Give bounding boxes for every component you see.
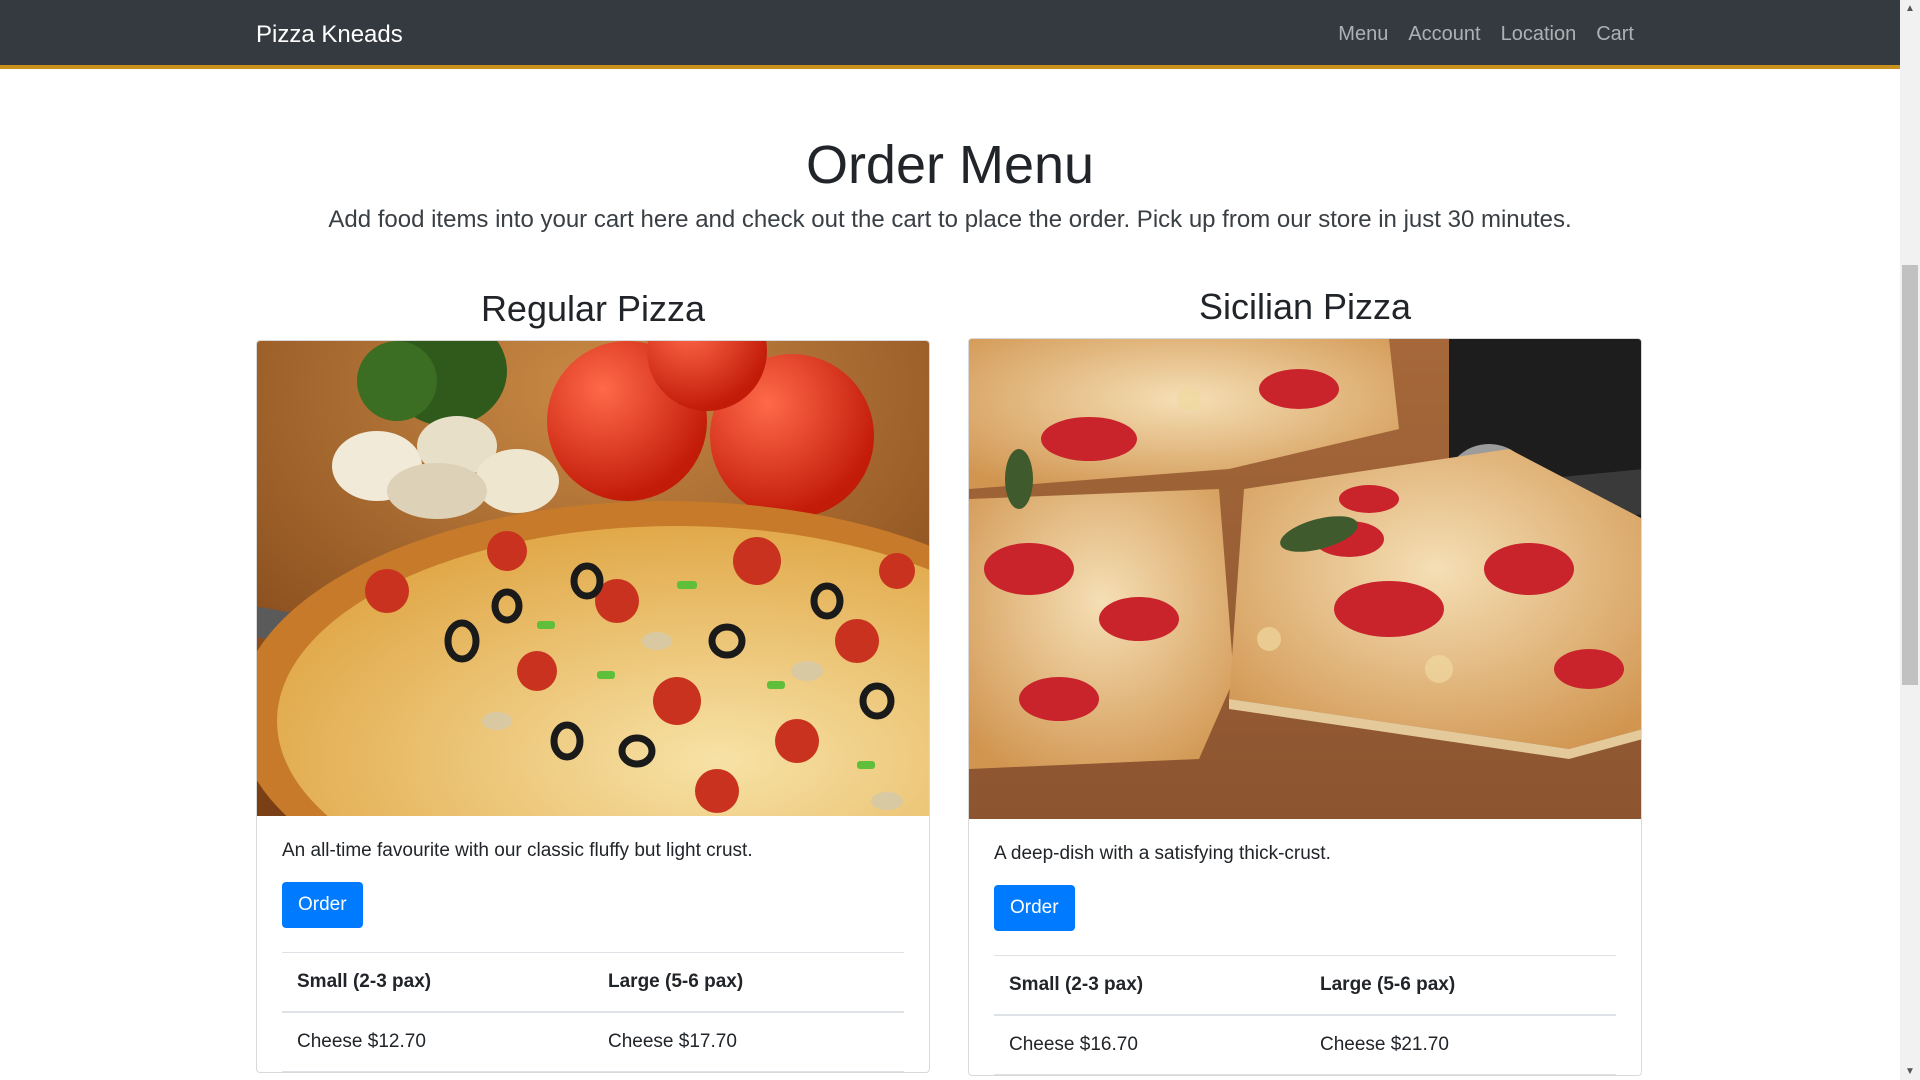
item-card: A deep-dish with a satisfying thick-crus… <box>968 338 1642 1076</box>
column-header-small: Small (2-3 pax) <box>994 955 1305 1016</box>
page-lead: Add food items into your cart here and c… <box>328 206 1572 233</box>
item-card-body: An all-time favourite with our classic f… <box>257 816 929 1072</box>
menu-item-sicilian: Sicilian Pizza A deep-dish with a satisf… <box>968 282 1642 1076</box>
item-card: An all-time favourite with our classic f… <box>256 340 930 1073</box>
scrollbar-thumb[interactable] <box>1902 265 1918 685</box>
item-title: Sicilian Pizza <box>1198 286 1412 327</box>
top-navbar: Pizza Kneads Menu Account Location Cart <box>0 0 1900 69</box>
price-table-sicilian: Small (2-3 pax) Large (5-6 pax) Cheese $… <box>994 955 1616 1075</box>
price-table-header-row: Small (2-3 pax) Large (5-6 pax) <box>994 955 1616 1016</box>
column-header-small: Small (2-3 pax) <box>282 952 593 1013</box>
item-title: Regular Pizza <box>480 288 706 329</box>
nav-links: Menu Account Location Cart <box>1338 23 1634 46</box>
order-button-regular[interactable]: Order <box>282 882 363 928</box>
price-table-header-row: Small (2-3 pax) Large (5-6 pax) <box>282 952 904 1013</box>
scroll-down-arrow-icon[interactable]: ▼ <box>1900 1063 1920 1080</box>
nav-link-cart[interactable]: Cart <box>1596 23 1634 46</box>
item-description: A deep-dish with a satisfying thick-crus… <box>994 843 1331 864</box>
brand-logo[interactable]: Pizza Kneads <box>256 21 403 49</box>
item-card-body: A deep-dish with a satisfying thick-crus… <box>969 819 1641 1075</box>
price-cell: Cheese $12.70 <box>282 1012 593 1072</box>
column-header-large: Large (5-6 pax) <box>1305 955 1616 1016</box>
table-row: Cheese $12.70 Cheese $17.70 <box>282 1012 904 1072</box>
price-table-regular: Small (2-3 pax) Large (5-6 pax) Cheese $… <box>282 952 904 1072</box>
regular-pizza-image <box>257 341 929 816</box>
price-cell: Cheese $16.70 <box>994 1015 1305 1075</box>
item-description: An all-time favourite with our classic f… <box>282 840 753 861</box>
column-header-large: Large (5-6 pax) <box>593 952 904 1013</box>
page-title: Order Menu <box>805 135 1095 195</box>
menu-item-regular: Regular Pizza An all-time favourite with… <box>256 284 930 1073</box>
nav-link-location[interactable]: Location <box>1501 23 1577 46</box>
table-row: Cheese $16.70 Cheese $21.70 <box>994 1015 1616 1075</box>
order-button-sicilian[interactable]: Order <box>994 885 1075 931</box>
nav-link-menu[interactable]: Menu <box>1338 23 1388 46</box>
sicilian-pizza-image <box>969 339 1641 819</box>
price-cell: Cheese $21.70 <box>1305 1015 1616 1075</box>
price-cell: Cheese $17.70 <box>593 1012 904 1072</box>
page-scrollbar[interactable]: ▲ ▼ <box>1900 0 1920 1080</box>
nav-link-account[interactable]: Account <box>1408 23 1480 46</box>
scroll-up-arrow-icon[interactable]: ▲ <box>1900 0 1920 17</box>
